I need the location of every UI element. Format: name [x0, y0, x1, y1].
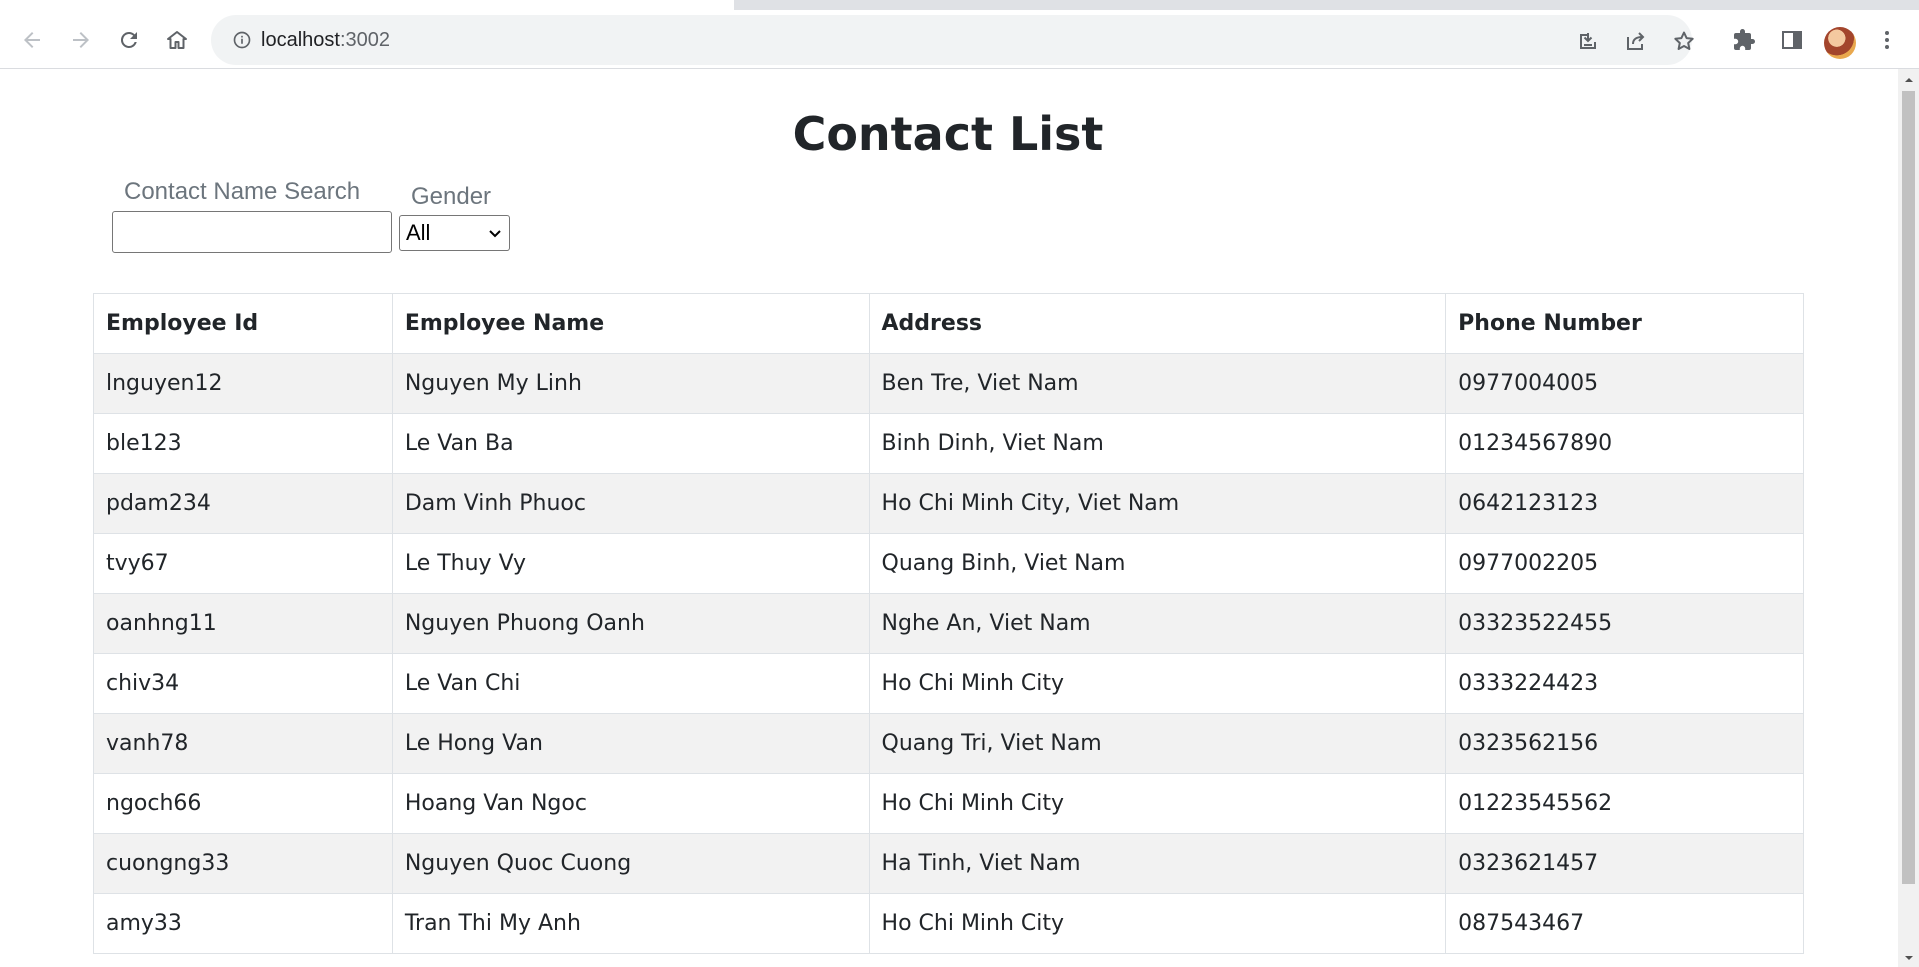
employee-name-cell: Dam Vinh Phuoc	[391, 473, 870, 534]
browser-toolbar: localhost:3002	[0, 10, 1919, 69]
install-icon	[1580, 33, 1596, 49]
employee-id-cell: oanhng11	[93, 593, 393, 654]
profile-avatar[interactable]	[1824, 27, 1856, 59]
arrow-right-icon	[73, 32, 89, 48]
gender-selected-value: All	[406, 220, 431, 245]
table-row: tvy67 Le Thuy Vy Quang Binh, Viet Nam 09770…	[93, 533, 1804, 594]
address-cell: Quang Tri, Viet Nam	[868, 713, 1447, 774]
employee-id-cell: cuongng33	[93, 833, 393, 894]
address-bar[interactable]: localhost:3002	[211, 15, 1694, 65]
header-phone-number: Phone Number	[1445, 293, 1804, 354]
forward-button[interactable]	[64, 23, 98, 57]
table-row: ngoch66 Hoang Van Ngoc Ho Chi Minh City 012…	[93, 773, 1804, 834]
employee-name-cell: Hoang Van Ngoc	[391, 773, 870, 834]
home-button[interactable]	[160, 23, 194, 57]
address-cell: Ho Chi Minh City	[868, 893, 1447, 954]
active-tab[interactable]	[0, 0, 734, 10]
address-cell: Ben Tre, Viet Nam	[868, 353, 1447, 414]
employee-id-cell: chiv34	[93, 653, 393, 714]
scroll-down-arrow[interactable]	[1898, 949, 1919, 967]
employee-name-cell: Nguyen My Linh	[391, 353, 870, 414]
scroll-up-arrow[interactable]	[1898, 71, 1919, 89]
table-row: amy33 Tran Thi My Anh Ho Chi Minh City 0875…	[93, 893, 1804, 954]
phone-number-cell: 0977002205	[1445, 533, 1804, 594]
header-address: Address	[868, 293, 1447, 354]
employee-id-cell: ngoch66	[93, 773, 393, 834]
address-cell: Ho Chi Minh City, Viet Nam	[868, 473, 1447, 534]
table-row: vanh78 Le Hong Van Quang Tri, Viet Nam 0323…	[93, 713, 1804, 774]
extensions-button[interactable]	[1727, 23, 1761, 57]
table-row: cuongng33 Nguyen Quoc Cuong Ha Tinh, Viet …	[93, 833, 1804, 894]
menu-button[interactable]	[1870, 23, 1904, 57]
install-button[interactable]	[1574, 27, 1602, 55]
phone-number-cell: 01234567890	[1445, 413, 1804, 474]
phone-number-cell: 0333224423	[1445, 653, 1804, 714]
address-cell: Quang Binh, Viet Nam	[868, 533, 1447, 594]
page-viewport: Contact List Contact Name Search Gender …	[0, 69, 1898, 967]
phone-number-cell: 087543467	[1445, 893, 1804, 954]
header-employee-id: Employee Id	[93, 293, 393, 354]
gender-select[interactable]: All	[399, 215, 510, 251]
employee-name-cell: Le Van Ba	[391, 413, 870, 474]
phone-number-cell: 03323522455	[1445, 593, 1804, 654]
employee-id-cell: amy33	[93, 893, 393, 954]
employee-id-cell: pdam234	[93, 473, 393, 534]
header-employee-name: Employee Name	[391, 293, 870, 354]
address-cell: Ho Chi Minh City	[868, 773, 1447, 834]
kebab-menu-icon	[1885, 31, 1889, 49]
employee-name-cell: Nguyen Quoc Cuong	[391, 833, 870, 894]
reload-icon	[120, 31, 137, 48]
phone-number-cell: 0323562156	[1445, 713, 1804, 774]
employee-id-cell: tvy67	[93, 533, 393, 594]
table-row: oanhng11 Nguyen Phuong Oanh Nghe An, Viet …	[93, 593, 1804, 654]
arrow-left-icon	[24, 32, 40, 48]
scrollbar-thumb[interactable]	[1902, 91, 1915, 884]
table-row: chiv34 Le Van Chi Ho Chi Minh City 03332244…	[93, 653, 1804, 714]
employee-name-cell: Le Thuy Vy	[391, 533, 870, 594]
table-row: lnguyen12 Nguyen My Linh Ben Tre, Viet Nam…	[93, 353, 1804, 414]
address-cell: Ha Tinh, Viet Nam	[868, 833, 1447, 894]
tab-strip	[0, 0, 1919, 10]
gender-label: Gender	[411, 183, 492, 210]
info-icon[interactable]	[230, 28, 254, 52]
phone-number-cell: 0323621457	[1445, 833, 1804, 894]
home-icon	[167, 31, 187, 49]
bookmark-button[interactable]	[1670, 27, 1698, 55]
side-panel-button[interactable]	[1775, 23, 1809, 57]
contact-search-input[interactable]	[112, 211, 392, 253]
phone-number-cell: 01223545562	[1445, 773, 1804, 834]
table-body: lnguyen12 Nguyen My Linh Ben Tre, Viet Nam…	[93, 353, 1804, 954]
url-host: localhost	[261, 29, 340, 51]
table-header-row: Employee Id Employee Name Address Phone …	[93, 293, 1804, 354]
chevron-down-icon	[489, 230, 501, 238]
browser-window: localhost:3002 Contact List Contact Name…	[0, 0, 1919, 967]
phone-number-cell: 0642123123	[1445, 473, 1804, 534]
address-cell: Nghe An, Viet Nam	[868, 593, 1447, 654]
contacts-table: Employee Id Employee Name Address Phone …	[93, 293, 1804, 954]
address-cell: Binh Dinh, Viet Nam	[868, 413, 1447, 474]
phone-number-cell: 0977004005	[1445, 353, 1804, 414]
back-button[interactable]	[15, 23, 49, 57]
employee-name-cell: Le Van Chi	[391, 653, 870, 714]
url-text[interactable]: localhost:3002	[261, 15, 390, 65]
share-icon	[1627, 32, 1645, 50]
employee-id-cell: lnguyen12	[93, 353, 393, 414]
page-title: Contact List	[792, 107, 1104, 161]
employee-name-cell: Le Hong Van	[391, 713, 870, 774]
side-panel-icon	[1782, 31, 1802, 49]
puzzle-icon	[1734, 29, 1755, 50]
employee-id-cell: vanh78	[93, 713, 393, 774]
table-row: pdam234 Dam Vinh Phuoc Ho Chi Minh City, V…	[93, 473, 1804, 534]
reload-button[interactable]	[112, 23, 146, 57]
url-port: :3002	[339, 29, 390, 51]
employee-name-cell: Tran Thi My Anh	[391, 893, 870, 954]
contact-search-label: Contact Name Search	[124, 178, 361, 205]
employee-id-cell: ble123	[93, 413, 393, 474]
vertical-scrollbar[interactable]	[1898, 69, 1919, 967]
address-cell: Ho Chi Minh City	[868, 653, 1447, 714]
table-row: ble123 Le Van Ba Binh Dinh, Viet Nam 012345…	[93, 413, 1804, 474]
employee-name-cell: Nguyen Phuong Oanh	[391, 593, 870, 654]
share-button[interactable]	[1622, 27, 1650, 55]
star-icon	[1674, 31, 1694, 50]
